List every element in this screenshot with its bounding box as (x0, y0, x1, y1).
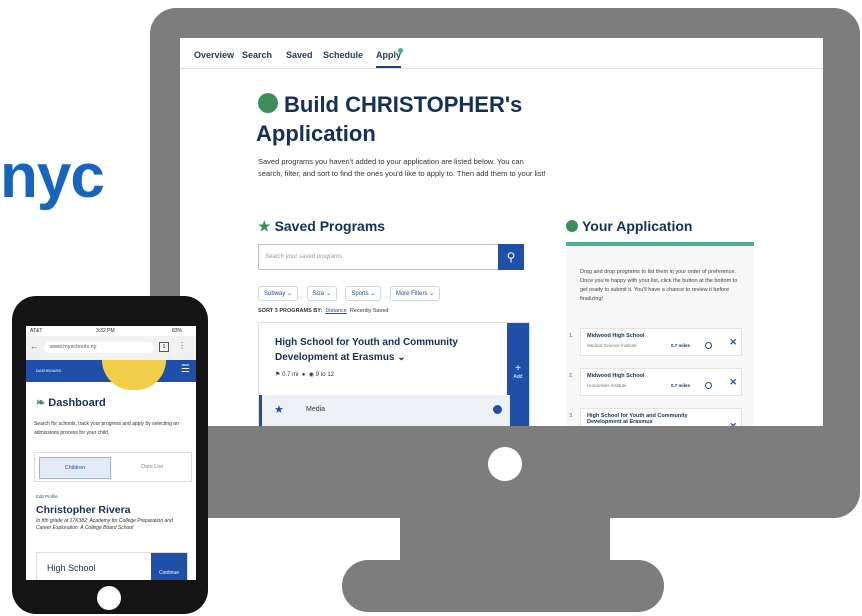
close-icon[interactable]: ✕ (729, 421, 737, 426)
close-icon[interactable]: ✕ (729, 377, 737, 388)
monitor-base (342, 560, 664, 612)
search-button[interactable]: ⚲ (498, 244, 524, 270)
item-program: Medical Science Institute (587, 343, 637, 348)
edit-profile-link[interactable]: Edit Profile (36, 494, 58, 499)
monitor-button (488, 447, 522, 481)
saved-programs-heading: ★ Saved Programs (258, 218, 385, 235)
menu-icon[interactable]: ⋮ (178, 341, 186, 350)
top-nav: Overview Search Saved Schedule Apply (180, 38, 823, 69)
desktop-screen: Overview Search Saved Schedule Apply Bui… (180, 38, 823, 426)
application-instructions: Drag and drop programs to list them in y… (580, 269, 738, 302)
application-panel: Drag and drop programs to list them in y… (566, 242, 754, 426)
add-label: Add (513, 374, 523, 380)
info-icon[interactable] (705, 342, 712, 349)
plus-icon: + (515, 363, 521, 374)
filter-subway[interactable]: Subway ⌄ (258, 286, 299, 301)
item-distance: 0.7 miles (671, 383, 691, 388)
application-icon (566, 220, 578, 232)
tab-apply[interactable]: Apply (376, 50, 402, 68)
hamburger-icon[interactable]: ☰ (181, 364, 190, 375)
close-icon[interactable]: ✕ (729, 337, 737, 348)
decorative-shape (102, 360, 166, 390)
clock: 3:32 PM (96, 328, 115, 334)
dashboard-nav[interactable]: DASHBOARD (36, 368, 61, 373)
program-card-meta: ⚑ 0.7 mi ● ◉ 9 to 12 (275, 371, 334, 378)
app-header: DASHBOARD ☰ (26, 360, 196, 390)
program-card[interactable]: High School for Youth and Community Deve… (258, 322, 530, 426)
item-school: Midwood High School (587, 333, 645, 339)
nyc-logo-text: nyc (0, 142, 105, 211)
item-number: 2. (569, 373, 574, 379)
page-title-line1: Build CHRISTOPHER's (284, 92, 523, 117)
info-icon: ● (301, 372, 306, 378)
program-grades: 9 to 12 (315, 372, 334, 378)
your-application-heading: Your Application (566, 218, 692, 234)
tab-overview[interactable]: Overview (194, 50, 234, 60)
tab-saved[interactable]: Saved (286, 50, 313, 60)
filter-more[interactable]: More Filters ⌄ (389, 286, 441, 301)
phone-tabs: Children Date List (34, 452, 192, 482)
grades-icon: ◉ (308, 372, 314, 378)
process-card: High School Continue (36, 552, 188, 580)
info-icon[interactable] (705, 382, 712, 389)
tab-children[interactable]: Children (39, 457, 111, 479)
search-placeholder: Search your saved programs (265, 254, 343, 260)
tab-schedule[interactable]: Schedule (323, 50, 363, 60)
item-distance: 0.7 miles (671, 343, 691, 348)
sort-label: SORT 3 PROGRAMS BY: (258, 308, 323, 314)
search-input[interactable]: Search your saved programs (258, 244, 499, 270)
your-application-title: Your Application (582, 218, 693, 234)
carrier: AT&T (30, 328, 43, 334)
item-school: High School for Youth and Community Deve… (587, 413, 688, 425)
leaf-icon: ❧ (36, 397, 46, 409)
filter-sports[interactable]: Sports ⌄ (345, 286, 382, 301)
process-label: High School (47, 563, 96, 573)
add-button[interactable]: + Add (507, 323, 529, 426)
battery: 83% (172, 328, 183, 334)
sort-distance[interactable]: Distance (325, 308, 346, 314)
saved-programs-title: Saved Programs (274, 218, 386, 234)
page-description: Saved programs you haven't added to your… (258, 157, 546, 178)
tab-search[interactable]: Search (242, 50, 272, 60)
browser-bar: ← www.myschools.ny 1 ⋮ (26, 336, 196, 360)
item-number: 3. (569, 413, 574, 419)
program-row[interactable]: ★ Media (259, 395, 510, 426)
page-title: Build CHRISTOPHER's Application (256, 90, 586, 148)
search-icon: ⚲ (506, 250, 516, 264)
program-card-title[interactable]: High School for Youth and Community Deve… (275, 335, 475, 365)
status-bar: AT&T 3:32 PM 83% (26, 326, 196, 336)
program-name: Media (306, 406, 326, 413)
star-icon[interactable]: ★ (274, 403, 284, 416)
application-item[interactable]: 1. Midwood High School Medical Science I… (569, 328, 742, 356)
monitor-neck (400, 518, 610, 563)
info-icon[interactable] (493, 405, 502, 414)
filter-bar: Subway ⌄ Size ⌄ Sports ⌄ More Filters ⌄ (258, 282, 444, 301)
phone-screen: AT&T 3:32 PM 83% ← www.myschools.ny 1 ⋮ … (26, 326, 196, 580)
dashboard-description: Search for schools, track your progress … (34, 421, 179, 436)
sort-recent[interactable]: Recently Saved (350, 308, 389, 314)
dashboard-title-text: Dashboard (48, 397, 106, 409)
apply-notification-dot (398, 48, 403, 53)
application-item[interactable]: 2. Midwood High School Humanities Instit… (569, 368, 742, 396)
student-name: Christopher Rivera (36, 504, 131, 516)
tab-date-list[interactable]: Date List (117, 457, 187, 477)
phone-home-button (97, 586, 121, 610)
sort-row: SORT 3 PROGRAMS BY: Distance Recently Sa… (258, 308, 388, 314)
url-field[interactable]: www.myschools.ny (44, 342, 154, 353)
item-program: Humanities Institute (587, 383, 627, 388)
star-icon: ★ (258, 218, 271, 234)
tabs-icon[interactable]: 1 (159, 342, 169, 352)
walk-icon: ⚑ (275, 372, 281, 378)
filter-size[interactable]: Size ⌄ (306, 286, 337, 301)
student-description: In 8th grade at 17K382: Academy for Coll… (36, 518, 173, 531)
program-distance: 0.7 mi (282, 372, 299, 378)
item-number: 1. (569, 333, 574, 339)
continue-button[interactable]: Continue (151, 553, 187, 580)
page-title-line2: Application (256, 121, 376, 146)
dashboard-title: ❧ Dashboard (36, 396, 106, 409)
item-school: Midwood High School (587, 373, 645, 379)
back-icon[interactable]: ← (30, 342, 38, 351)
application-item[interactable]: 3. High School for Youth and Community D… (569, 408, 742, 426)
